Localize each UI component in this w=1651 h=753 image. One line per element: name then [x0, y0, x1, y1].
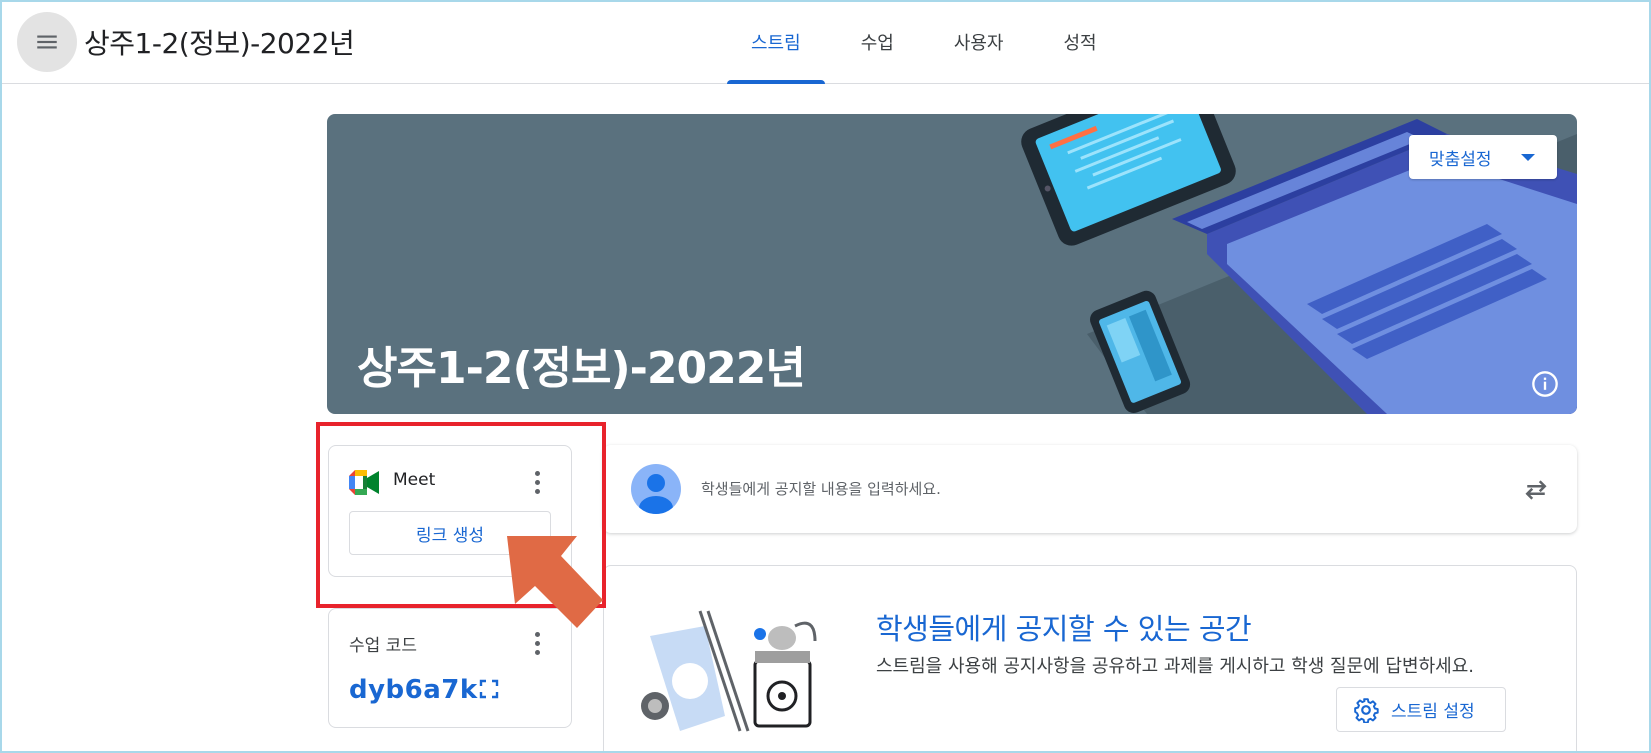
repost-icon[interactable] — [1521, 475, 1551, 505]
tab-people[interactable]: 사용자 — [930, 0, 1028, 84]
banner-class-title: 상주1-2(정보)-2022년 — [357, 343, 806, 394]
class-code-label: 수업 코드 — [349, 636, 417, 656]
composer-placeholder[interactable]: 학생들에게 공지할 내용을 입력하세요. — [701, 478, 941, 499]
info-icon — [1532, 371, 1558, 397]
user-avatar — [631, 464, 681, 514]
customize-label: 맞춤설정 — [1429, 149, 1492, 170]
fullscreen-icon[interactable] — [477, 677, 501, 701]
dropdown-caret-icon — [1521, 154, 1535, 161]
class-tabs: 스트림 수업 사용자 성적 — [727, 0, 1121, 84]
tab-grades[interactable]: 성적 — [1040, 0, 1121, 84]
empty-stream-description: 스트림을 사용해 공지사항을 공유하고 과제를 게시하고 학생 질문에 답변하세… — [876, 656, 1474, 677]
tab-classwork[interactable]: 수업 — [837, 0, 918, 84]
empty-stream-card: 학생들에게 공지할 수 있는 공간 스트림을 사용해 공지사항을 공유하고 과제… — [603, 565, 1577, 753]
stream-settings-label: 스트림 설정 — [1391, 702, 1475, 722]
class-info-button[interactable] — [1529, 368, 1561, 400]
class-code-value[interactable]: dyb6a7k — [349, 675, 478, 705]
pointer-arrow-annotation — [507, 536, 603, 628]
person-icon — [639, 474, 673, 514]
empty-stream-illustration — [641, 610, 817, 732]
stream-settings-button[interactable]: 스트림 설정 — [1336, 687, 1506, 732]
empty-stream-title: 학생들에게 공지할 수 있는 공간 — [876, 612, 1252, 646]
hamburger-menu-icon — [37, 35, 57, 49]
top-app-bar: 상주1-2(정보)-2022년 스트림 수업 사용자 성적 — [0, 0, 1651, 84]
announcement-composer[interactable]: 학생들에게 공지할 내용을 입력하세요. — [603, 445, 1577, 533]
class-banner: 상주1-2(정보)-2022년 맞춤설정 — [327, 114, 1577, 414]
main-menu-button[interactable] — [17, 12, 77, 72]
gear-icon — [1354, 697, 1379, 723]
customize-button[interactable]: 맞춤설정 — [1409, 135, 1557, 179]
class-title[interactable]: 상주1-2(정보)-2022년 — [84, 22, 355, 62]
tab-stream[interactable]: 스트림 — [727, 0, 825, 84]
class-code-more-button[interactable] — [525, 631, 549, 655]
